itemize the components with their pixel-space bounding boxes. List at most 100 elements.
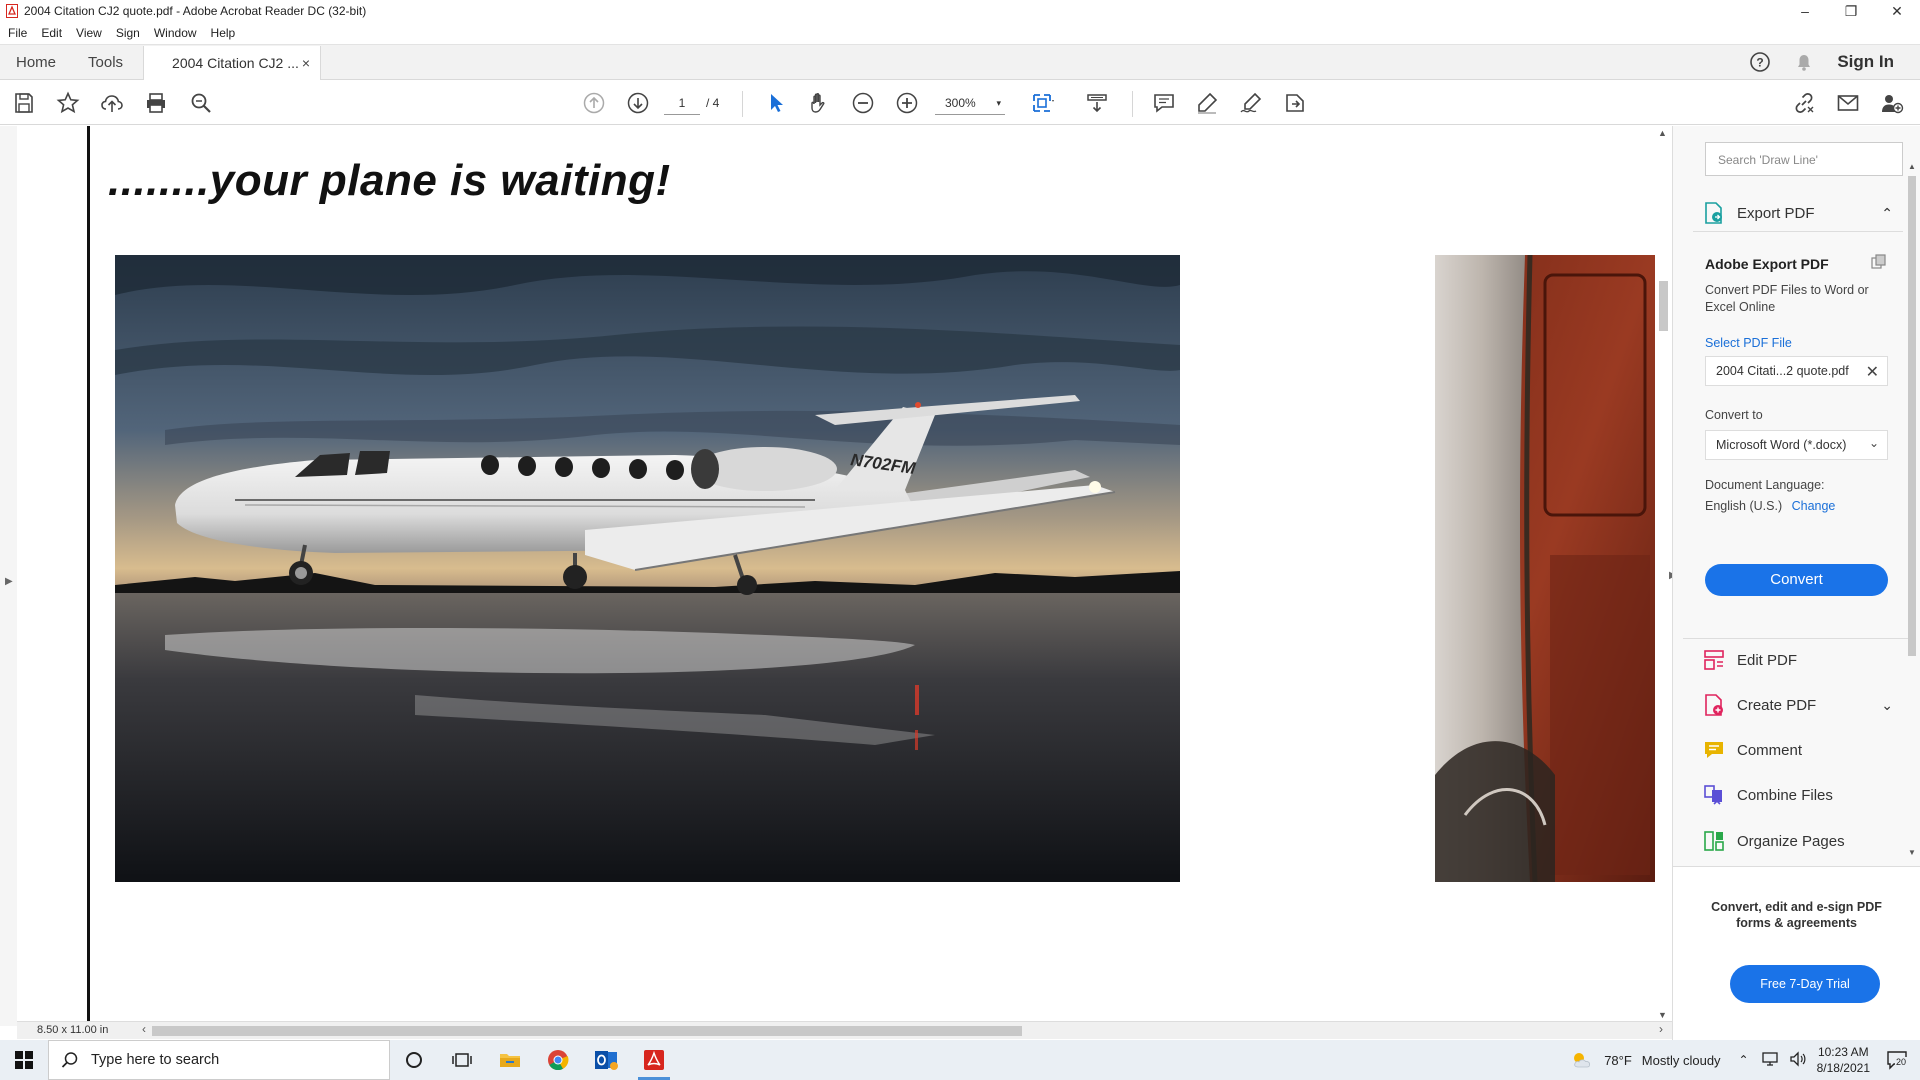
hand-tool-icon[interactable] (807, 91, 831, 115)
menu-sign[interactable]: Sign (116, 26, 140, 40)
cortana-icon[interactable] (390, 1040, 438, 1080)
help-icon[interactable]: ? (1749, 51, 1771, 73)
menu-view[interactable]: View (76, 26, 102, 40)
scroll-up-icon[interactable]: ▲ (1658, 128, 1667, 138)
minimize-button[interactable]: – (1782, 0, 1828, 22)
tools-pane-scrollbar[interactable]: ▲ ▼ (1905, 162, 1919, 857)
zoom-level-select[interactable]: 300% ▾ (935, 91, 1005, 115)
previous-page-icon[interactable] (582, 91, 606, 115)
task-view-icon[interactable] (438, 1040, 486, 1080)
tools-pane-scroll-thumb[interactable] (1908, 176, 1916, 656)
export-description: Convert PDF Files to Word or Excel Onlin… (1705, 283, 1869, 314)
sign-in-button[interactable]: Sign In (1837, 52, 1894, 72)
document-view[interactable]: ▶ ........your plane is waiting! N702FM … (0, 126, 1672, 1026)
window-title: 2004 Citation CJ2 quote.pdf - Adobe Acro… (24, 4, 367, 18)
vertical-scroll-thumb[interactable] (1659, 281, 1668, 331)
weather-widget[interactable]: 78°F Mostly cloudy (1570, 1050, 1721, 1070)
share-link-icon[interactable] (1792, 91, 1816, 115)
free-trial-button[interactable]: Free 7-Day Trial (1730, 965, 1880, 1003)
volume-icon[interactable] (1789, 1050, 1807, 1070)
scroll-up-icon[interactable]: ▲ (1908, 162, 1916, 171)
email-icon[interactable] (1836, 91, 1860, 115)
scroll-down-icon[interactable]: ▼ (1908, 848, 1916, 857)
clear-file-icon[interactable]: ✕ (1866, 362, 1879, 382)
notification-center-icon[interactable]: 20 (1886, 1050, 1908, 1070)
zoom-out-icon[interactable] (851, 91, 875, 115)
highlight-pen-icon[interactable] (1195, 91, 1219, 115)
save-icon[interactable] (12, 91, 36, 115)
tool-label: Comment (1737, 741, 1803, 759)
change-language-link[interactable]: Change (1792, 499, 1836, 513)
more-tools-icon[interactable] (1283, 91, 1307, 115)
chevron-up-icon[interactable]: ⌃ (1739, 1053, 1749, 1067)
bookmark-star-icon[interactable] (56, 91, 80, 115)
comment-icon[interactable] (1152, 91, 1176, 115)
taskbar-clock[interactable]: 10:23 AM 8/18/2021 (1817, 1044, 1870, 1076)
bell-icon[interactable] (1793, 51, 1815, 73)
expand-left-panel-icon[interactable]: ▶ (5, 576, 13, 587)
add-user-icon[interactable] (1880, 91, 1904, 115)
tool-organize-pages[interactable]: Organize Pages (1703, 826, 1893, 856)
chevron-down-icon[interactable]: ⌄ (1881, 697, 1893, 714)
tool-create-pdf[interactable]: Create PDF ⌄ (1703, 690, 1893, 720)
acrobat-taskbar-icon[interactable] (630, 1040, 678, 1080)
search-icon (61, 1051, 79, 1069)
zoom-in-icon[interactable] (895, 91, 919, 115)
toolbar-divider (1132, 91, 1133, 117)
sign-pen-icon[interactable] (1239, 91, 1263, 115)
page-border-line (87, 126, 90, 1026)
pane-divider (1693, 231, 1903, 232)
page-total: / 4 (706, 96, 720, 110)
convert-button[interactable]: Convert (1705, 564, 1888, 596)
tool-combine-files[interactable]: Combine Files (1703, 780, 1893, 810)
convert-format-select[interactable]: Microsoft Word (*.docx) ⌄ (1705, 430, 1888, 460)
clock-date: 8/18/2021 (1816, 1061, 1870, 1075)
page-size-label: 8.50 x 11.00 in (37, 1024, 109, 1036)
scroll-right-icon[interactable]: › (1659, 1022, 1663, 1036)
scroll-mode-icon[interactable] (1085, 91, 1109, 115)
start-button[interactable] (0, 1040, 48, 1080)
select-pdf-file-link[interactable]: Select PDF File (1705, 336, 1792, 350)
export-pdf-header[interactable]: Export PDF ⌃ (1703, 198, 1893, 228)
close-window-button[interactable]: ✕ (1874, 0, 1920, 22)
select-cursor-icon[interactable] (764, 91, 788, 115)
comment-icon (1703, 739, 1725, 761)
tab-document[interactable]: 2004 Citation CJ2 ... × (143, 46, 322, 80)
pdf-page: ........your plane is waiting! N702FM (17, 126, 1655, 1026)
create-pdf-icon (1703, 694, 1725, 716)
horizontal-scrollbar[interactable]: ‹ › (142, 1022, 1663, 1036)
menu-help[interactable]: Help (211, 26, 236, 40)
menu-edit[interactable]: Edit (41, 26, 62, 40)
tool-edit-pdf[interactable]: Edit PDF (1703, 645, 1893, 675)
horizontal-scroll-thumb[interactable] (152, 1026, 1022, 1036)
taskbar-search-input[interactable]: Type here to search (48, 1040, 390, 1080)
upload-cloud-icon[interactable] (100, 91, 124, 115)
document-language-row: English (U.S.) Change (1705, 499, 1835, 513)
organize-pages-icon (1703, 830, 1725, 852)
print-icon[interactable] (144, 91, 168, 115)
chrome-icon[interactable] (534, 1040, 582, 1080)
next-page-icon[interactable] (626, 91, 650, 115)
tool-comment[interactable]: Comment (1703, 735, 1893, 765)
maximize-button[interactable]: ❐ (1828, 0, 1874, 22)
menu-file[interactable]: File (8, 26, 27, 40)
page-fit-icon[interactable] (1030, 91, 1054, 115)
combine-files-icon (1703, 784, 1725, 806)
network-icon[interactable] (1761, 1051, 1779, 1070)
scroll-down-icon[interactable]: ▼ (1658, 1010, 1667, 1020)
search-tools-input[interactable]: Search 'Draw Line' (1705, 142, 1903, 176)
selected-file-field[interactable]: 2004 Citati...2 quote.pdf ✕ (1705, 356, 1888, 386)
file-explorer-icon[interactable] (486, 1040, 534, 1080)
left-panel-toggle[interactable]: ▶ (0, 126, 17, 1026)
outlook-icon[interactable] (582, 1040, 630, 1080)
page-number-input[interactable]: 1 (664, 91, 700, 115)
scroll-left-icon[interactable]: ‹ (142, 1022, 146, 1036)
zoom-search-icon[interactable] (189, 91, 213, 115)
menu-window[interactable]: Window (154, 26, 197, 40)
chevron-up-icon[interactable]: ⌃ (1881, 205, 1893, 222)
tab-close-icon[interactable]: × (302, 55, 310, 71)
copy-icon[interactable] (1871, 254, 1887, 270)
tab-tools[interactable]: Tools (72, 45, 139, 79)
tab-home[interactable]: Home (0, 45, 72, 79)
document-heading: ........your plane is waiting! (108, 156, 671, 205)
